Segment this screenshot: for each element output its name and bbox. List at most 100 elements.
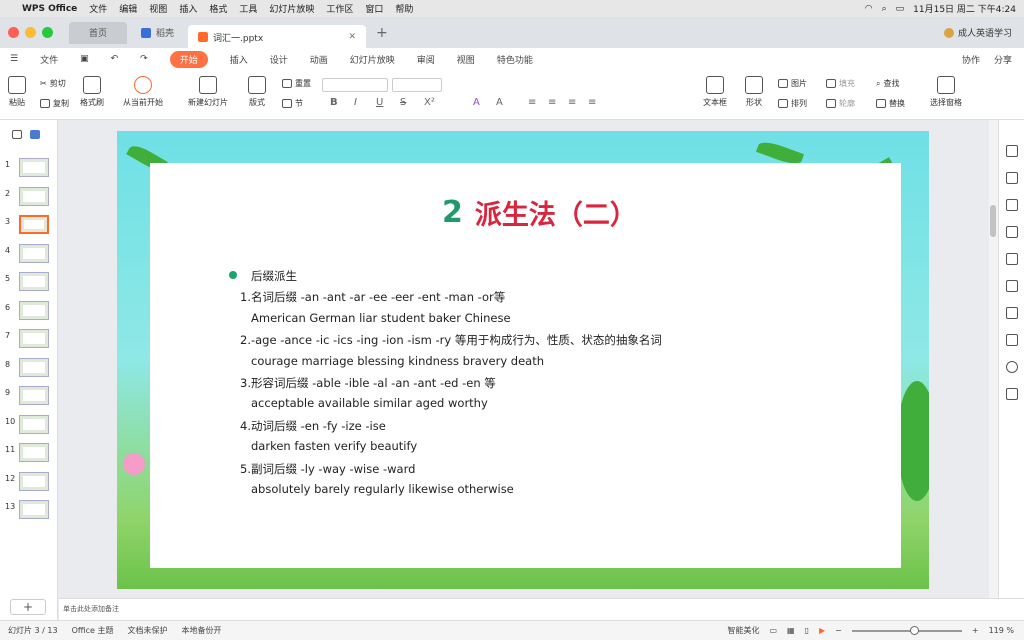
reset-button[interactable]: 重置 (282, 78, 311, 89)
slide-thumbnail[interactable] (19, 329, 49, 348)
save-icon[interactable]: ▣ (80, 54, 89, 64)
style-icon[interactable] (1006, 199, 1018, 211)
menu-format[interactable]: 格式 (209, 2, 227, 15)
justify-icon[interactable]: ≡ (588, 97, 596, 108)
battery-icon[interactable]: ▭ (896, 4, 905, 14)
tab-start[interactable]: 开始 (169, 50, 208, 68)
sorter-view-icon[interactable]: ▦ (787, 626, 795, 635)
font-family-select[interactable] (322, 78, 388, 92)
slide-thumbnail[interactable] (19, 414, 49, 434)
properties-icon[interactable] (1006, 145, 1018, 157)
transition-icon[interactable] (1006, 307, 1018, 319)
tab-features[interactable]: 特色功能 (497, 53, 533, 66)
notes-area[interactable]: 单击此处添加备注 (59, 598, 1024, 620)
image-icon[interactable] (1006, 388, 1018, 400)
menu-view[interactable]: 视图 (149, 2, 167, 15)
edit-icon[interactable] (1006, 226, 1018, 238)
zoom-out-icon[interactable]: − (835, 626, 842, 635)
zoom-slider[interactable] (851, 625, 962, 635)
highlight-icon[interactable]: A (473, 97, 480, 108)
slide-thumbnail[interactable] (19, 158, 49, 177)
share-button[interactable]: 分享 (994, 53, 1012, 66)
close-icon[interactable]: ✕ (348, 32, 356, 42)
menu-window[interactable]: 窗口 (365, 2, 383, 15)
menu-file[interactable]: 文件 (89, 2, 107, 15)
wifi-icon[interactable]: ◠ (865, 4, 873, 14)
menu-workspace[interactable]: 工作区 (326, 2, 353, 15)
minimize-window-icon[interactable] (25, 27, 36, 38)
tab-home[interactable]: 首页 (69, 21, 127, 44)
zoom-slider-handle[interactable] (909, 625, 919, 635)
history-icon[interactable] (1006, 361, 1018, 373)
tab-animation[interactable]: 动画 (310, 53, 328, 66)
tab-file[interactable]: 文件 (40, 53, 58, 66)
strikethrough-icon[interactable]: S (400, 97, 406, 108)
font-size-select[interactable] (392, 78, 442, 92)
underline-icon[interactable]: U (376, 97, 383, 108)
fill-button[interactable]: 填充 (826, 78, 855, 89)
animation-pane-icon[interactable] (1006, 172, 1018, 184)
menu-help[interactable]: 帮助 (395, 2, 413, 15)
menu-insert[interactable]: 插入 (179, 2, 197, 15)
theme-name[interactable]: Office 主题 (72, 625, 114, 636)
maximize-window-icon[interactable] (42, 27, 53, 38)
picture-button[interactable]: 图片 (778, 78, 807, 89)
backup-status[interactable]: 本地备份开 (182, 625, 222, 636)
menu-tools[interactable]: 工具 (239, 2, 257, 15)
redo-icon[interactable]: ↷ (140, 54, 148, 64)
tab-daoke[interactable]: 稻壳 (131, 22, 184, 44)
beautify-button[interactable]: 智能美化 (727, 625, 759, 636)
tab-insert[interactable]: 插入 (230, 53, 248, 66)
slide-thumbnail[interactable] (19, 186, 49, 206)
new-slide-button[interactable]: 新建幻灯片 (188, 76, 228, 108)
align-center-icon[interactable]: ≡ (548, 97, 556, 108)
slide-thumbnail[interactable] (19, 215, 49, 234)
replace-button[interactable]: 替换 (876, 98, 905, 109)
slide-thumbnail[interactable] (19, 443, 49, 462)
section-button[interactable]: 节 (282, 98, 303, 109)
tab-slideshow[interactable]: 幻灯片放映 (350, 53, 395, 66)
shape-button[interactable]: 形状 (745, 76, 763, 108)
new-tab-button[interactable]: + (376, 25, 388, 41)
undo-icon[interactable]: ↶ (111, 54, 119, 64)
font-color-icon[interactable]: A (496, 97, 503, 108)
zoom-level[interactable]: 119 % (989, 626, 1014, 635)
slide-thumbnail[interactable] (19, 272, 49, 291)
selection-pane-button[interactable]: 选择窗格 (930, 76, 962, 108)
shape-style-icon[interactable] (1006, 253, 1018, 265)
slide-thumbnail[interactable] (19, 500, 49, 519)
menu-slideshow[interactable]: 幻灯片放映 (269, 2, 314, 15)
tab-view[interactable]: 视图 (457, 53, 475, 66)
find-button[interactable]: ⌕ 查找 (876, 78, 899, 89)
vertical-scrollbar[interactable] (989, 120, 998, 598)
align-left-icon[interactable]: ≡ (528, 97, 536, 108)
arrange-button[interactable]: 排列 (778, 98, 807, 109)
tab-design[interactable]: 设计 (270, 53, 288, 66)
slide-thumbnail[interactable] (19, 386, 49, 405)
add-slide-button[interactable]: + (10, 599, 46, 615)
user-account[interactable]: 成人英语学习 (943, 26, 1012, 39)
from-current-button[interactable]: 从当前开始 (123, 76, 163, 108)
paste-button[interactable]: 粘贴 (8, 76, 26, 108)
thumbnail-view-icon[interactable] (30, 130, 40, 139)
bold-icon[interactable]: B (330, 97, 338, 108)
outline-button[interactable]: 轮廓 (826, 98, 855, 109)
tab-review[interactable]: 审阅 (417, 53, 435, 66)
align-right-icon[interactable]: ≡ (568, 97, 576, 108)
protection-status[interactable]: 文档未保护 (128, 625, 168, 636)
italic-icon[interactable]: I (354, 97, 357, 108)
settings-icon[interactable] (1006, 334, 1018, 346)
superscript-icon[interactable]: X² (424, 97, 435, 108)
slide-thumbnail[interactable] (19, 357, 49, 377)
reading-view-icon[interactable]: ▯ (805, 626, 809, 635)
layout-button[interactable]: 版式 (248, 76, 266, 108)
slide-title[interactable]: 2 派生法（二） (442, 192, 637, 232)
layer-icon[interactable] (1006, 280, 1018, 292)
textbox-button[interactable]: 文本框 (703, 76, 727, 108)
app-name[interactable]: WPS Office (22, 4, 77, 14)
copy-button[interactable]: 复制 (40, 98, 69, 109)
slide-thumbnail[interactable] (19, 243, 49, 263)
menu-icon[interactable]: ☰ (10, 54, 18, 64)
slide-thumbnail[interactable] (19, 471, 49, 491)
close-window-icon[interactable] (8, 27, 19, 38)
